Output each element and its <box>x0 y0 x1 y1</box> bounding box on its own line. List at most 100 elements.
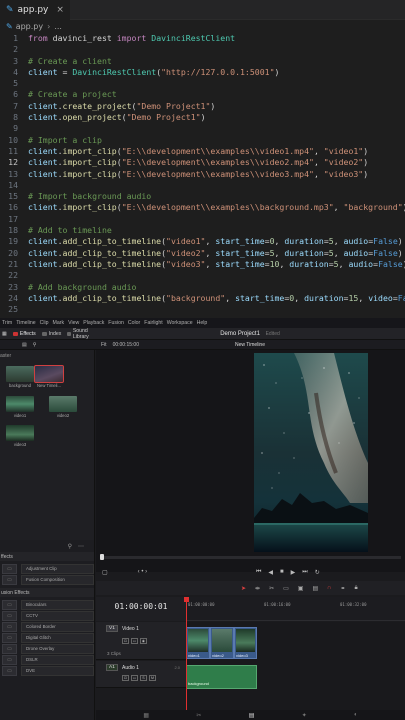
fusion-effects-header[interactable]: usion Effects <box>0 588 94 597</box>
search-icon[interactable]: ⚲ <box>68 543 72 550</box>
timeline-timecode[interactable]: 01:00:00:01 <box>96 602 186 611</box>
edit-page-icon[interactable]: ▤ <box>249 712 255 719</box>
code-line[interactable]: 8 client.open_project("Demo Project1") <box>0 112 405 123</box>
media-pool-clip[interactable]: video3 <box>6 425 34 447</box>
scrubber-handle[interactable] <box>100 554 104 560</box>
lock-track-icon[interactable]: ⊡ <box>122 638 129 644</box>
more-options-icon[interactable]: ⋯ <box>78 543 84 550</box>
effect-item[interactable]: ▭ Colored Border <box>2 621 94 632</box>
go-to-start-icon[interactable]: ⏮ <box>256 569 261 576</box>
overwrite-clip-icon[interactable]: ▣ <box>298 585 304 592</box>
media-pool-clip[interactable]: video1 <box>6 396 34 418</box>
track-name[interactable]: Video 1 <box>122 626 139 632</box>
code-line[interactable]: 11 client.import_clip("E:\\development\\e… <box>0 146 405 157</box>
effect-item[interactable]: ▭ Fusion Composition <box>2 574 94 585</box>
selection-tool-icon[interactable]: ➤ <box>241 585 246 592</box>
code-line[interactable]: 10 # Import a clip <box>0 135 405 146</box>
lock-track-icon[interactable]: ⊡ <box>122 675 129 681</box>
menu-item[interactable]: Timeline <box>16 320 35 326</box>
menu-item[interactable]: Color <box>128 320 140 326</box>
menu-item[interactable]: Mark <box>53 320 65 326</box>
effect-item[interactable]: ▭ CCTV <box>2 610 94 621</box>
breadcrumb-file[interactable]: app.py <box>16 22 43 31</box>
loop-icon[interactable]: ↻ <box>315 569 320 576</box>
code-line[interactable]: 17 <box>0 214 405 225</box>
code-line[interactable]: 22 <box>0 270 405 281</box>
code-line[interactable]: 18 # Add to timeline <box>0 225 405 236</box>
viewer-scrubber[interactable] <box>100 554 401 560</box>
code-line[interactable]: 16 client.import_clip("E:\\development\\e… <box>0 202 405 213</box>
video-track-header[interactable]: V1 Video 1 ⊡ ▭ ◉ 3 Clips <box>96 622 186 660</box>
list-view-icon[interactable]: ▤ <box>22 342 27 348</box>
code-line[interactable]: 15 # Import background audio <box>0 191 405 202</box>
blade-tool-icon[interactable]: ✂ <box>269 585 274 592</box>
menu-item[interactable]: Workspace <box>167 320 193 326</box>
menu-item[interactable]: Trim <box>2 320 12 326</box>
code-line[interactable]: 1 from davinci_rest import DavinciRestCli… <box>0 33 405 44</box>
mute-track-button[interactable]: M <box>149 675 156 681</box>
timeline-video-clip[interactable]: video1 <box>186 627 210 659</box>
tab-app-py[interactable]: ✎ app.py × <box>0 0 70 20</box>
trim-tool-icon[interactable]: ⇹ <box>255 585 260 592</box>
code-line[interactable]: 14 <box>0 180 405 191</box>
code-line[interactable]: 6 # Create a project <box>0 89 405 100</box>
timeline-viewer[interactable] <box>96 350 405 572</box>
link-icon[interactable]: ⚭ <box>340 585 345 592</box>
media-pool-clip[interactable]: New Timeli... <box>34 365 64 388</box>
effect-item[interactable]: ▭ Digital Glitch <box>2 632 94 643</box>
solo-track-button[interactable]: S <box>140 675 147 681</box>
timeline-video-clip[interactable]: video2 <box>210 627 234 659</box>
breadcrumb-rest[interactable]: ... <box>54 22 62 31</box>
play-icon[interactable]: ▶ <box>291 569 296 576</box>
media-page-icon[interactable]: ▦ <box>143 712 149 719</box>
auto-select-icon[interactable]: ▭ <box>131 675 138 681</box>
effect-item[interactable]: ▭ Binoculars <box>2 599 94 610</box>
code-line[interactable]: 19 client.add_clip_to_timeline("video1", … <box>0 236 405 247</box>
code-line[interactable]: 25 <box>0 304 405 315</box>
sound-library-tab[interactable]: Sound Library <box>67 328 95 340</box>
effect-item[interactable]: ▭ DSLR <box>2 654 94 665</box>
color-page-icon[interactable]: ◐ <box>354 712 358 718</box>
play-reverse-icon[interactable]: ◀ <box>268 569 273 576</box>
code-line[interactable]: 9 <box>0 123 405 134</box>
track-name[interactable]: Audio 1 <box>122 665 139 671</box>
code-area[interactable]: 1 from davinci_rest import DavinciRestCli… <box>0 33 405 315</box>
code-line[interactable]: 12 client.import_clip("E:\\development\\e… <box>0 157 405 168</box>
lock-icon[interactable]: 🔒︎ <box>354 585 357 592</box>
code-line[interactable]: 3 # Create a client <box>0 56 405 67</box>
close-icon[interactable]: × <box>56 5 64 15</box>
effect-item[interactable]: ▭ DVE <box>2 665 94 676</box>
code-line[interactable]: 24 client.add_clip_to_timeline("backgroun… <box>0 293 405 304</box>
menu-item[interactable]: Fusion <box>108 320 124 326</box>
replace-clip-icon[interactable]: ▤ <box>312 585 318 592</box>
timeline-audio-clip[interactable]: background <box>186 665 257 689</box>
jog-control-icon[interactable]: ‹ • › <box>138 569 147 576</box>
menu-item[interactable]: View <box>68 320 79 326</box>
snapping-icon[interactable]: ∩ <box>327 585 331 591</box>
go-to-end-icon[interactable]: ⏭ <box>302 569 307 576</box>
code-line[interactable]: 7 client.create_project("Demo Project1") <box>0 101 405 112</box>
stop-icon[interactable]: ■ <box>280 569 284 576</box>
disable-track-icon[interactable]: ◉ <box>140 638 147 644</box>
media-pool-clip[interactable]: background <box>6 366 34 388</box>
fusion-page-icon[interactable]: ✦ <box>302 712 307 719</box>
media-pool-clip[interactable]: video2 <box>49 396 77 418</box>
menu-item[interactable]: Fairlight <box>144 320 162 326</box>
effect-item[interactable]: ▭ Adjustment Clip <box>2 563 94 574</box>
timeline-ruler[interactable]: 01:00:00:00 01:00:16:00 01:00:32:00 <box>184 597 405 621</box>
effects-tab[interactable]: Effects <box>12 331 36 337</box>
code-line[interactable]: 4 client = DavinciRestClient("http://127.… <box>0 67 405 78</box>
effect-item[interactable]: ▭ Drone Overlay <box>2 643 94 654</box>
menu-item[interactable]: Help <box>197 320 208 326</box>
audio-track-header[interactable]: A1 Audio 1 2.0 ⊡ ▭ S M <box>96 661 186 688</box>
grid-view-icon[interactable]: ▦ <box>2 331 7 337</box>
code-line[interactable]: 20 client.add_clip_to_timeline("video2", … <box>0 248 405 259</box>
menu-item[interactable]: Clip <box>40 320 49 326</box>
viewer-zoom[interactable]: Fit <box>101 342 107 348</box>
code-line[interactable]: 23 # Add background audio <box>0 282 405 293</box>
viewer-options-icon[interactable]: ▢ <box>102 569 108 576</box>
auto-select-icon[interactable]: ▭ <box>131 638 138 644</box>
search-icon[interactable]: ⚲ <box>33 342 37 348</box>
insert-clip-icon[interactable]: ▭ <box>283 585 289 592</box>
code-line[interactable]: 5 <box>0 78 405 89</box>
